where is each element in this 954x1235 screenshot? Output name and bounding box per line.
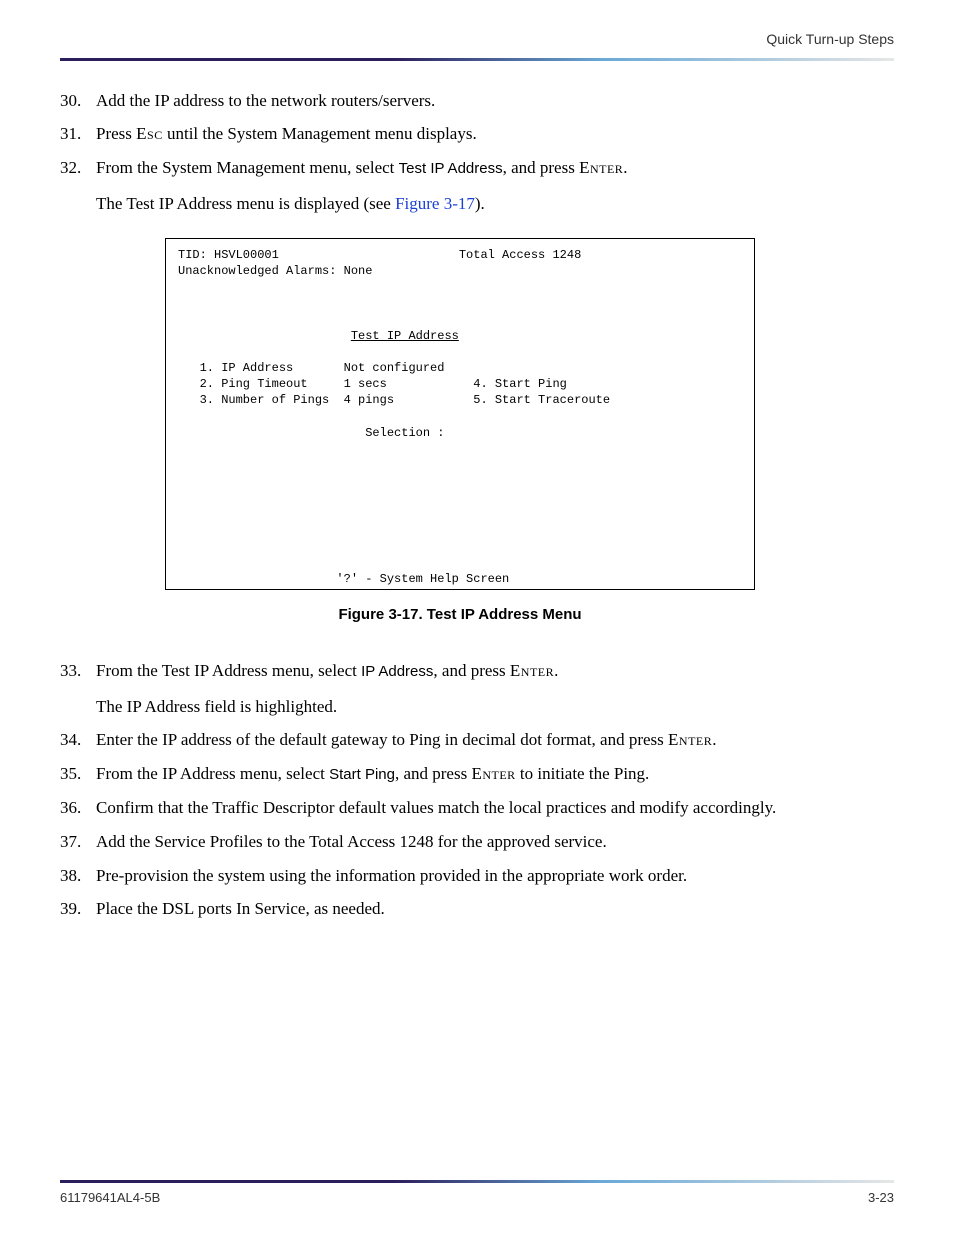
text-segment: Enter the IP address of the default gate… xyxy=(96,730,668,749)
step-text: Place the DSL ports In Service, as neede… xyxy=(96,897,894,921)
text-segment: ). xyxy=(475,194,485,213)
header-title: Quick Turn-up Steps xyxy=(60,30,894,50)
step-30: 30. Add the IP address to the network ro… xyxy=(60,89,894,113)
key-enter: Enter xyxy=(579,158,623,177)
terminal-line: 2. Ping Timeout 1 secs 4. Start Ping xyxy=(178,377,567,391)
key-enter: Enter xyxy=(668,730,712,749)
step-number: 33. xyxy=(60,659,96,719)
step-sub-paragraph: The Test IP Address menu is displayed (s… xyxy=(96,192,894,216)
step-number: 35. xyxy=(60,762,96,786)
step-text: From the Test IP Address menu, select IP… xyxy=(96,659,894,719)
terminal-screen: TID: HSVL00001 Total Access 1248 Unackno… xyxy=(165,238,755,590)
header-rule xyxy=(60,58,894,61)
page-footer: 61179641AL4-5B 3-23 xyxy=(60,1180,894,1207)
text-segment: , and press xyxy=(433,661,509,680)
text-segment: , and press xyxy=(395,764,471,783)
step-number: 39. xyxy=(60,897,96,921)
key-esc: Esc xyxy=(136,124,163,143)
step-text: Pre-provision the system using the infor… xyxy=(96,864,894,888)
key-enter: Enter xyxy=(510,661,554,680)
menu-item-test-ip-address: Test IP Address xyxy=(399,160,503,177)
text-segment: to initiate the Ping. xyxy=(516,764,650,783)
text-segment: From the System Management menu, select xyxy=(96,158,399,177)
step-number: 31. xyxy=(60,122,96,146)
footer-doc-number: 61179641AL4-5B xyxy=(60,1189,160,1207)
step-34: 34. Enter the IP address of the default … xyxy=(60,728,894,752)
step-text: From the System Management menu, select … xyxy=(96,156,894,216)
text-segment: . xyxy=(623,158,627,177)
step-text: Press Esc until the System Management me… xyxy=(96,122,894,146)
footer-rule xyxy=(60,1180,894,1183)
step-38: 38. Pre-provision the system using the i… xyxy=(60,864,894,888)
step-text: Add the IP address to the network router… xyxy=(96,89,894,113)
terminal-line: 3. Number of Pings 4 pings 5. Start Trac… xyxy=(178,393,610,407)
text-segment: . xyxy=(712,730,716,749)
text-segment: . xyxy=(554,661,558,680)
step-number: 32. xyxy=(60,156,96,216)
step-number: 37. xyxy=(60,830,96,854)
step-number: 34. xyxy=(60,728,96,752)
step-text: From the IP Address menu, select Start P… xyxy=(96,762,894,786)
step-sub-paragraph: The IP Address field is highlighted. xyxy=(96,695,894,719)
terminal-figure: TID: HSVL00001 Total Access 1248 Unackno… xyxy=(165,238,755,625)
key-enter: Enter xyxy=(471,764,515,783)
footer-page-number: 3-23 xyxy=(868,1189,894,1207)
text-segment: From the Test IP Address menu, select xyxy=(96,661,361,680)
step-number: 38. xyxy=(60,864,96,888)
steps-list: 30. Add the IP address to the network ro… xyxy=(60,89,894,216)
step-33: 33. From the Test IP Address menu, selec… xyxy=(60,659,894,719)
terminal-line: Unacknowledged Alarms: None xyxy=(178,264,372,278)
text-segment: until the System Management menu display… xyxy=(163,124,477,143)
step-35: 35. From the IP Address menu, select Sta… xyxy=(60,762,894,786)
step-text: Add the Service Profiles to the Total Ac… xyxy=(96,830,894,854)
menu-item-start-ping: Start Ping xyxy=(329,766,395,783)
text-segment: The Test IP Address menu is displayed (s… xyxy=(96,194,395,213)
step-39: 39. Place the DSL ports In Service, as n… xyxy=(60,897,894,921)
terminal-line: TID: HSVL00001 Total Access 1248 xyxy=(178,248,581,262)
steps-list-continued: 33. From the Test IP Address menu, selec… xyxy=(60,659,894,921)
step-31: 31. Press Esc until the System Managemen… xyxy=(60,122,894,146)
text-segment: Press xyxy=(96,124,136,143)
text-segment: From the IP Address menu, select xyxy=(96,764,329,783)
text-segment: , and press xyxy=(503,158,579,177)
terminal-title: Test IP Address xyxy=(351,329,459,343)
step-text: Enter the IP address of the default gate… xyxy=(96,728,894,752)
figure-caption: Figure 3-17. Test IP Address Menu xyxy=(165,604,755,625)
terminal-line: Selection : xyxy=(178,426,444,440)
step-text: Confirm that the Traffic Descriptor defa… xyxy=(96,796,894,820)
menu-item-ip-address: IP Address xyxy=(361,663,433,680)
figure-link[interactable]: Figure 3-17 xyxy=(395,194,475,213)
step-32: 32. From the System Management menu, sel… xyxy=(60,156,894,216)
step-number: 36. xyxy=(60,796,96,820)
step-number: 30. xyxy=(60,89,96,113)
step-37: 37. Add the Service Profiles to the Tota… xyxy=(60,830,894,854)
terminal-line: '?' - System Help Screen xyxy=(178,572,509,586)
terminal-line: 1. IP Address Not configured xyxy=(178,361,444,375)
step-36: 36. Confirm that the Traffic Descriptor … xyxy=(60,796,894,820)
